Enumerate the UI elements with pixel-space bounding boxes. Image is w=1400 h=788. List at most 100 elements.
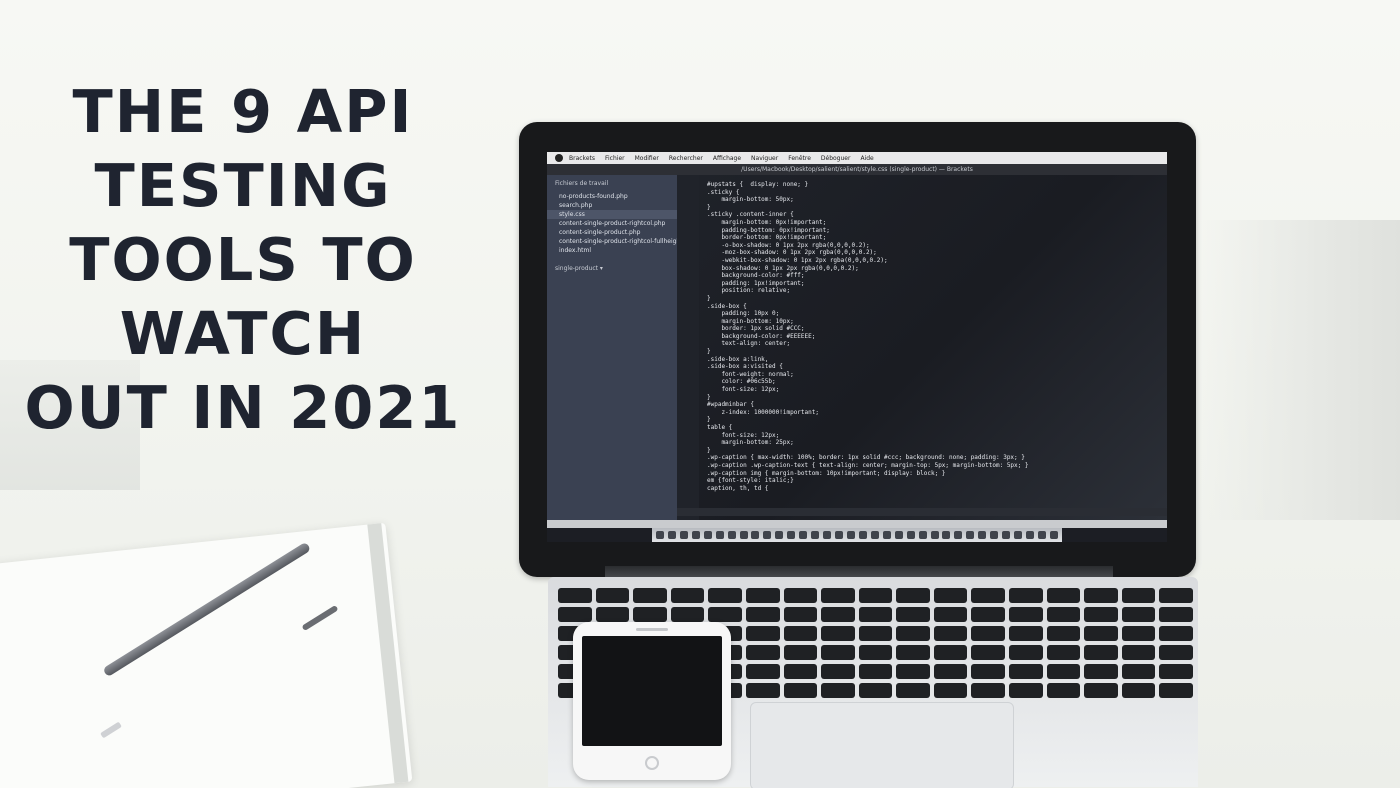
- keyboard-key: [933, 645, 968, 660]
- dock-app-icon: [727, 531, 736, 539]
- editor-statusbar: [677, 508, 1167, 516]
- mac-menubar: Brackets Fichier Modifier Rechercher Aff…: [547, 152, 1167, 164]
- code-line: .side-box a:visited {: [707, 363, 783, 371]
- keyboard-key: [783, 645, 818, 660]
- code-line: position: relative;: [707, 287, 791, 295]
- keyboard-key: [1009, 607, 1043, 622]
- keyboard-key: [783, 626, 818, 641]
- code-line: box-shadow: 0 1px 2px rgba(0,0,0,0.2);: [707, 264, 859, 272]
- dock-app-icon: [751, 531, 760, 539]
- keyboard-key: [595, 607, 630, 622]
- menu-item: Fichier: [605, 154, 625, 162]
- keyboard-key: [1121, 588, 1156, 603]
- dock-app-icon: [1049, 531, 1058, 539]
- code-line: .sticky {: [707, 188, 740, 196]
- code-line: margin-bottom: 10px;: [707, 317, 794, 325]
- sidebar-file: content-single-product-rightcol-fullheig…: [559, 238, 696, 245]
- dock-app-icon: [978, 531, 987, 539]
- sidebar-file: search.php: [559, 202, 593, 209]
- keyboard-key: [933, 683, 968, 698]
- menu-item: Modifier: [634, 154, 659, 162]
- keyboard-key: [1084, 683, 1118, 698]
- photo-scene: THE 9 API TESTING TOOLS TO WATCH OUT IN …: [0, 0, 1400, 788]
- headline-line-2: TESTING: [94, 151, 392, 220]
- keyboard-key: [933, 607, 968, 622]
- keyboard-key: [1121, 607, 1156, 622]
- code-line: #wpadminbar {: [707, 401, 754, 409]
- code-line: }: [707, 393, 711, 401]
- keyboard-key: [821, 607, 855, 622]
- keyboard-key: [933, 588, 968, 603]
- keyboard-key: [1046, 626, 1081, 641]
- code-line: .sticky .content-inner {: [707, 211, 794, 219]
- code-line: -o-box-shadow: 0 1px 2px rgba(0,0,0,0.2)…: [707, 241, 870, 249]
- keyboard-key: [745, 588, 780, 603]
- keyboard-key: [1009, 626, 1043, 641]
- menu-item: Aide: [860, 154, 874, 162]
- keyboard-key: [783, 588, 818, 603]
- apple-icon: [555, 154, 563, 162]
- keyboard-key: [745, 626, 780, 641]
- dock-app-icon: [655, 531, 664, 539]
- dock-app-icon: [739, 531, 748, 539]
- code-line: }: [707, 203, 711, 211]
- keyboard-key: [1084, 588, 1118, 603]
- keyboard-key: [1046, 607, 1081, 622]
- keyboard-key: [896, 607, 930, 622]
- dock-app-icon: [1002, 531, 1011, 539]
- keyboard-key: [783, 607, 818, 622]
- dock-app-icon: [954, 531, 963, 539]
- code-line: margin-bottom: 50px;: [707, 196, 794, 204]
- keyboard-key: [633, 607, 667, 622]
- notebook-spine: [367, 523, 409, 784]
- code-line: -webkit-box-shadow: 0 1px 2px rgba(0,0,0…: [707, 256, 888, 264]
- keyboard-key: [858, 664, 893, 679]
- sidebar-header: Fichiers de travail: [555, 180, 609, 187]
- keyboard-key: [1159, 607, 1193, 622]
- code-line: caption, th, td {: [707, 484, 769, 492]
- keyboard-key: [558, 588, 592, 603]
- dock-app-icon: [906, 531, 915, 539]
- keyboard-key: [1159, 664, 1193, 679]
- keyboard-key: [896, 588, 930, 603]
- dock-app-icon: [930, 531, 939, 539]
- code-line: padding: 10px 0;: [707, 310, 780, 318]
- keyboard-key: [971, 607, 1006, 622]
- dock-app-icon: [811, 531, 820, 539]
- keyboard-key: [896, 626, 930, 641]
- keyboard-key: [745, 645, 780, 660]
- keyboard-key: [745, 683, 780, 698]
- headline-line-3: TOOLS TO: [69, 225, 417, 294]
- phone-home-button: [645, 756, 659, 770]
- keyboard-key: [896, 683, 930, 698]
- mac-dock: [652, 528, 1062, 542]
- background-wall: [1200, 220, 1400, 520]
- code-line: text-align: center;: [707, 340, 791, 348]
- dock-app-icon: [942, 531, 951, 539]
- dock-app-icon: [763, 531, 772, 539]
- keyboard-key: [858, 645, 893, 660]
- code-line: margin-bottom: 0px!important;: [707, 218, 827, 226]
- keyboard-key: [1159, 588, 1193, 603]
- keyboard-key: [708, 607, 742, 622]
- code-line: .wp-caption { max-width: 100%; border: 1…: [707, 454, 1025, 462]
- phone-speaker: [636, 628, 668, 631]
- keyboard-key: [745, 607, 780, 622]
- dock-app-icon: [787, 531, 796, 539]
- editor-bottom-bar: [547, 520, 1167, 528]
- code-line: font-weight: normal;: [707, 370, 794, 378]
- keyboard-key: [933, 664, 968, 679]
- code-line: border-bottom: 0px!important;: [707, 234, 827, 242]
- keyboard-key: [745, 664, 780, 679]
- keyboard-key: [933, 626, 968, 641]
- menu-item: Déboguer: [820, 154, 851, 162]
- dock-app-icon: [835, 531, 843, 539]
- code-line: }: [707, 294, 711, 302]
- keyboard-key: [821, 683, 855, 698]
- keyboard-key: [558, 607, 592, 622]
- keyboard-key: [633, 588, 667, 603]
- keyboard-key: [1046, 683, 1081, 698]
- code-line: z-index: 1000000!important;: [707, 408, 819, 416]
- line-number-gutter: [677, 175, 699, 520]
- code-line: background-color: #EEEEEE;: [707, 332, 816, 340]
